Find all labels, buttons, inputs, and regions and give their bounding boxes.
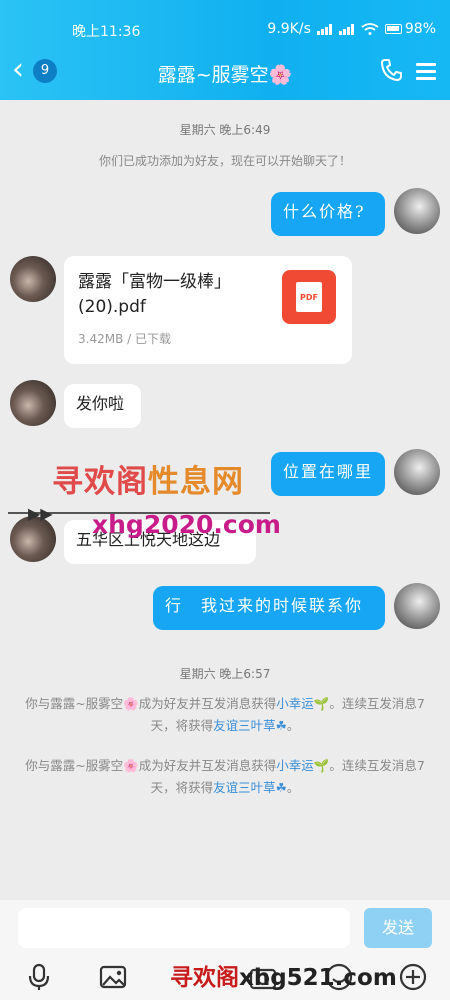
battery-icon <box>384 24 402 34</box>
system-text: 你与露露~服雾空🌸成为好友并互发消息获得 <box>25 758 277 773</box>
pdf-icon: PDF <box>282 270 336 324</box>
timestamp: 星期六 晚上6:57 <box>179 667 271 681</box>
file-message-card[interactable]: 露露「富物一级棒」(20).pdf 3.42MB / 已下载 PDF <box>64 256 352 364</box>
phone-icon[interactable] <box>380 58 402 82</box>
network-speed: 9.9K/s <box>267 21 311 37</box>
signal-icon-2 <box>338 23 355 35</box>
my-message-bubble[interactable]: 位置在哪里 <box>271 452 385 496</box>
my-avatar[interactable] <box>394 583 440 629</box>
battery-level: 98% <box>404 21 436 37</box>
contact-message-bubble[interactable]: 发你啦 <box>64 384 141 428</box>
clover-badge-link[interactable]: 友谊三叶草☘ <box>213 718 287 733</box>
my-avatar[interactable] <box>394 188 440 234</box>
system-text: 。 <box>286 718 300 733</box>
chat-header: 晚上11:36 9.9K/s 98% ‹ 9 露露~服雾空🌸 <box>0 0 450 100</box>
contact-avatar[interactable] <box>10 256 56 302</box>
microphone-icon[interactable] <box>24 962 54 992</box>
nav-bar: ‹ 9 露露~服雾空🌸 <box>0 50 450 94</box>
wifi-icon <box>361 23 379 35</box>
watermark-text: 寻欢阁性息网 <box>52 464 244 500</box>
status-time: 晚上11:36 <box>72 24 141 40</box>
my-message-bubble[interactable]: 行 我过来的时候联系你 <box>153 586 385 630</box>
watermark-arrow-icon: ▶▶ <box>28 504 53 523</box>
image-icon[interactable] <box>98 962 128 992</box>
plus-icon[interactable] <box>398 962 428 992</box>
my-message-bubble[interactable]: 什么价格? <box>271 192 385 236</box>
system-text: 你与露露~服雾空🌸成为好友并互发消息获得 <box>25 696 277 711</box>
system-text: 。 <box>286 780 300 795</box>
status-bar: 晚上11:36 9.9K/s 98% <box>0 0 450 40</box>
my-avatar[interactable] <box>394 449 440 495</box>
timestamp: 星期六 晚上6:49 <box>179 123 271 137</box>
lucky-badge-link[interactable]: 小幸运🌱 <box>276 758 329 773</box>
battery-indicator: 98% <box>384 21 436 37</box>
menu-icon[interactable] <box>416 63 436 80</box>
lucky-badge-link[interactable]: 小幸运🌱 <box>276 696 329 711</box>
system-message: 你与露露~服雾空🌸成为好友并互发消息获得小幸运🌱。连续互发消息7天，将获得友谊三… <box>25 693 425 737</box>
send-button[interactable]: 发送 <box>364 908 432 948</box>
file-name: 露露「富物一级棒」(20).pdf <box>78 272 231 317</box>
message-input[interactable] <box>18 908 350 948</box>
status-indicators: 9.9K/s 98% <box>267 21 436 37</box>
file-meta: 3.42MB / 已下载 <box>78 332 171 346</box>
contact-avatar[interactable] <box>10 380 56 426</box>
watermark-url: xhg2020.com <box>92 510 281 539</box>
watermark-url-bottom: 寻欢阁xhg521.com <box>170 965 397 991</box>
signal-icon <box>316 23 333 35</box>
clover-badge-link[interactable]: 友谊三叶草☘ <box>213 780 287 795</box>
system-message: 你与露露~服雾空🌸成为好友并互发消息获得小幸运🌱。连续互发消息7天，将获得友谊三… <box>25 755 425 799</box>
system-message: 你们已成功添加为好友，现在可以开始聊天了！ <box>98 154 351 168</box>
